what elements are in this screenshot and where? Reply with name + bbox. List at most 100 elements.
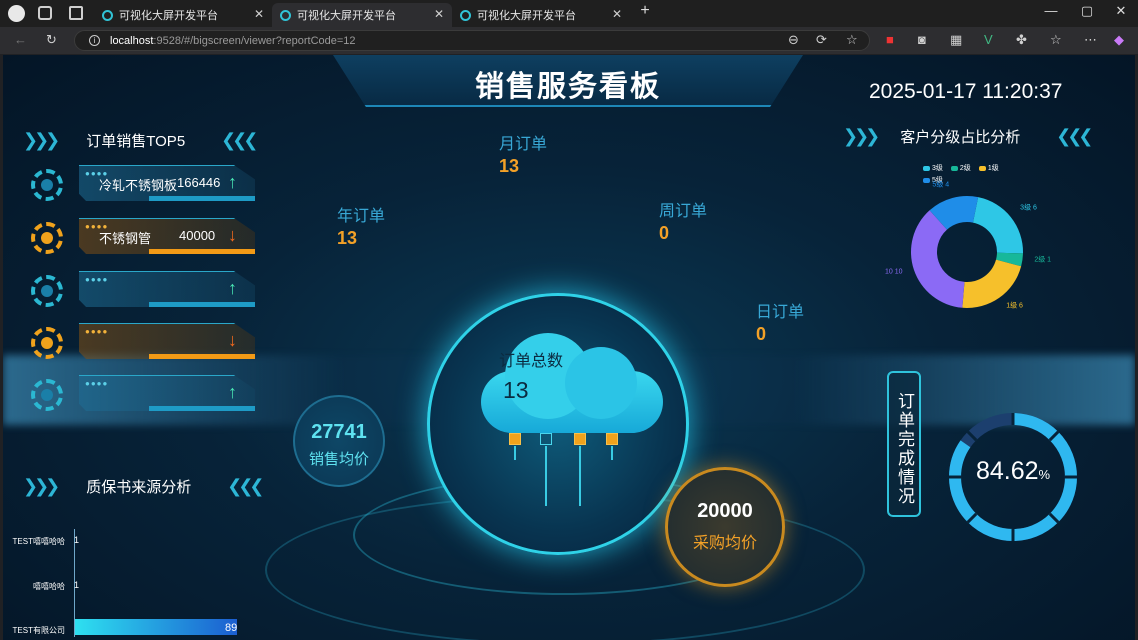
- month-orders-label: 月订单: [499, 136, 548, 153]
- arrow-up-icon: ↑: [228, 382, 237, 402]
- warranty-heading: ❯❯❯ 质保书来源分析 ❮❮❮: [23, 473, 287, 499]
- legend-label: 2级: [959, 165, 971, 172]
- browser-tab-3[interactable]: 可视化大屏开发平台 ✕: [452, 3, 630, 27]
- warranty-bar-value: 89: [225, 622, 238, 634]
- donut-slice[interactable]: [962, 259, 1022, 308]
- donut-slice[interactable]: [911, 210, 965, 308]
- avg-sales-badge: 27741 销售均价: [293, 395, 385, 487]
- donut-slice-label: 1级 6: [1006, 301, 1023, 310]
- close-tab-icon[interactable]: ✕: [254, 7, 264, 21]
- top5-item-5: ●●●● ↑ data presentation: [31, 375, 261, 415]
- extension-grid-icon[interactable]: ▦: [950, 32, 962, 48]
- profile-icon[interactable]: [8, 5, 25, 22]
- browser-tab-2[interactable]: 可视化大屏开发平台 ✕: [272, 3, 452, 27]
- avg-purchase-value: 20000: [697, 500, 753, 522]
- completion-value: 84.62: [975, 457, 1039, 485]
- address-bar[interactable]: i localhost:9528/#/bigscreen/viewer?repo…: [74, 30, 870, 51]
- node-icon: [606, 433, 618, 445]
- year-orders: 年订单 13: [337, 202, 385, 249]
- extension-mask-icon[interactable]: ◙: [918, 32, 926, 47]
- top5-item-4: ●●●● ↓ data presentation: [31, 323, 261, 363]
- tab-title: 可视化大屏开发平台: [119, 10, 218, 22]
- product-value: 40000: [179, 228, 216, 243]
- dots-icon: ●●●●: [85, 275, 109, 284]
- close-tab-icon[interactable]: ✕: [612, 7, 622, 21]
- donut-slice-label: 10 10: [885, 269, 903, 276]
- product-name: 冷轧不锈钢板: [99, 178, 178, 193]
- total-orders-cloud: 订单总数 13: [481, 325, 663, 433]
- page-title: 销售服务看板: [474, 71, 661, 103]
- extension-red-icon[interactable]: ■: [886, 32, 894, 47]
- rank-badge-icon: [31, 222, 63, 254]
- dots-icon: ●●●●: [85, 379, 109, 388]
- rank-badge-icon: [31, 169, 63, 201]
- avg-purchase-badge: 20000 采购均价: [665, 467, 785, 587]
- chevron-right-icon: ❯❯❯: [23, 475, 60, 496]
- circuit-line: [545, 446, 547, 506]
- refresh-icon[interactable]: ↻: [46, 32, 57, 48]
- legend-item[interactable]: 2级: [950, 163, 971, 173]
- extension-vue-icon[interactable]: V: [984, 32, 993, 47]
- top5-title: 订单销售TOP5: [86, 132, 186, 150]
- rank-card: ●●●● ↓ data presentation: [79, 323, 255, 359]
- browser-tab-1[interactable]: 可视化大屏开发平台 ✕: [94, 3, 272, 27]
- copilot-icon[interactable]: ◆: [1114, 32, 1124, 48]
- donut-slice-label: 2级 1: [1034, 255, 1051, 264]
- legend-swatch: [923, 165, 930, 171]
- rank-card: ●●●● 冷轧不锈钢板 166446 ↑ data presentation: [79, 165, 255, 201]
- legend-item[interactable]: 3级: [923, 163, 943, 173]
- cloud-shape: [565, 347, 637, 419]
- week-orders-label: 周订单: [659, 203, 708, 220]
- legend-item[interactable]: 1级: [978, 163, 999, 173]
- day-orders-label: 日订单: [756, 304, 805, 321]
- total-orders-value: 13: [503, 377, 529, 403]
- back-icon[interactable]: ←: [14, 32, 27, 47]
- customer-level-title: 客户分级占比分析: [900, 128, 1021, 146]
- tab-actions-icon[interactable]: [69, 6, 83, 20]
- customer-level-heading: ❯❯❯ 客户分级占比分析 ❮❮❮: [843, 123, 1111, 149]
- maximize-button[interactable]: ▢: [1070, 3, 1104, 19]
- circuit-line: [514, 446, 516, 460]
- zoom-icon[interactable]: ⊖: [788, 32, 799, 48]
- rank-card: ●●●● ↑ data presentation: [79, 271, 255, 307]
- dots-icon: ●●●●: [85, 327, 109, 336]
- arrow-up-icon: ↑: [228, 278, 237, 298]
- rank-badge-icon: [31, 379, 63, 411]
- warranty-row-label: TEST嘻嘻哈哈: [12, 537, 65, 546]
- url-path: :9528/#/bigscreen/viewer?reportCode=12: [153, 34, 356, 47]
- warranty-row-label: TEST有限公司: [12, 626, 65, 635]
- top5-heading: ❯❯❯ 订单销售TOP5 ❮❮❮: [23, 127, 287, 153]
- chevron-right-icon: ❯❯❯: [23, 129, 60, 150]
- url-host: localhost: [110, 34, 154, 47]
- translate-icon[interactable]: ⟳: [816, 32, 827, 48]
- avg-purchase-label: 采购均价: [692, 535, 757, 552]
- avg-sales-value: 27741: [311, 421, 367, 443]
- day-orders-value: 0: [756, 324, 767, 344]
- product-name: 不锈钢管: [99, 231, 152, 246]
- card-stripe: [149, 249, 255, 254]
- new-tab-button[interactable]: +: [628, 2, 662, 20]
- avg-sales-label: 销售均价: [308, 451, 369, 468]
- tab-favicon-icon: [102, 9, 113, 21]
- circuit-line: [579, 446, 581, 506]
- rank-badge-icon: [31, 275, 63, 307]
- extensions-icon[interactable]: ✤: [1016, 32, 1027, 48]
- more-icon[interactable]: ⋯: [1084, 32, 1097, 48]
- favorite-star-icon[interactable]: ☆: [846, 32, 858, 48]
- customer-level-donut: 3级 6 2级 1 1级 6 10 10 5级 4: [885, 180, 1051, 310]
- address-toolbar: ← ↻ i localhost:9528/#/bigscreen/viewer?…: [0, 27, 1138, 54]
- arrow-up-icon: ↑: [228, 172, 237, 192]
- workspaces-icon[interactable]: [38, 6, 52, 20]
- tab-favicon-icon: [280, 9, 291, 21]
- rank-card: ●●●● ↑ data presentation: [79, 375, 255, 411]
- warranty-row-label: 嘻嘻哈哈: [33, 582, 65, 591]
- close-tab-icon[interactable]: ✕: [434, 7, 444, 21]
- dashboard-canvas: 销售服务看板 2025-01-17 11:20:37 ❯❯❯ 订单销售TOP5 …: [3, 55, 1135, 640]
- close-window-button[interactable]: ✕: [1104, 3, 1138, 19]
- minimize-button[interactable]: —: [1034, 3, 1068, 18]
- top5-item-2: ●●●● 不锈钢管 40000 ↓ data presentation: [31, 218, 261, 258]
- donut-slice[interactable]: [972, 197, 1023, 254]
- favorites-icon[interactable]: ☆: [1050, 32, 1062, 48]
- total-orders-label: 订单总数: [499, 353, 564, 370]
- card-stripe: [149, 196, 255, 201]
